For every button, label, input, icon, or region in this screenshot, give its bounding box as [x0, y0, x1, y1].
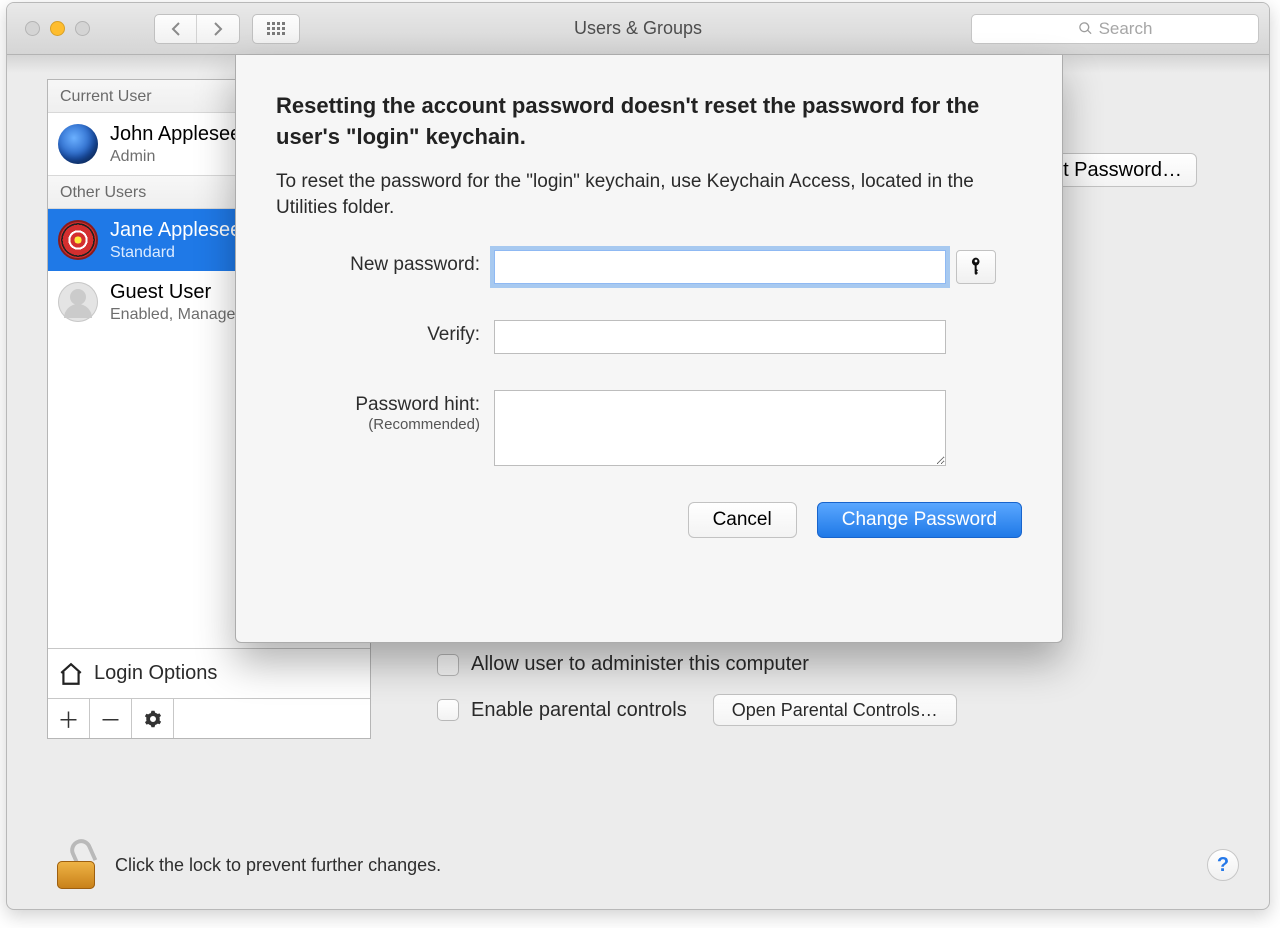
allow-admin-label: Allow user to administer this computer: [471, 653, 809, 676]
new-password-label: New password:: [276, 250, 494, 276]
forward-button[interactable]: [197, 15, 239, 43]
parental-checkbox[interactable]: [437, 699, 459, 721]
sheet-description: To reset the password for the "login" ke…: [276, 169, 1022, 222]
titlebar: Users & Groups Search: [7, 3, 1269, 55]
open-parental-button[interactable]: Open Parental Controls…: [713, 694, 957, 726]
verify-input[interactable]: [494, 320, 946, 354]
login-options-label: Login Options: [94, 662, 217, 685]
password-assistant-button[interactable]: [956, 250, 996, 284]
sidebar-ops: ＋ －: [48, 698, 370, 738]
actions-gear-button[interactable]: [132, 699, 174, 738]
help-button[interactable]: ?: [1207, 849, 1239, 881]
avatar-generic-icon: [58, 282, 98, 322]
sheet-buttons: Cancel Change Password: [276, 502, 1022, 538]
user-name: Guest User: [110, 281, 244, 304]
parental-row: Enable parental controls Open Parental C…: [437, 694, 1209, 726]
preferences-window: Users & Groups Search Reset Password… Cu…: [6, 2, 1270, 910]
hint-input[interactable]: [494, 390, 946, 466]
close-window-button[interactable]: [25, 21, 40, 36]
lock-hint-text: Click the lock to prevent further change…: [115, 855, 441, 876]
gear-icon: [144, 710, 162, 728]
avatar-target-icon: [58, 220, 98, 260]
minimize-window-button[interactable]: [50, 21, 65, 36]
user-role: Admin: [110, 148, 252, 166]
allow-admin-row[interactable]: Allow user to administer this computer: [437, 653, 1209, 676]
right-column: Allow user to administer this computer E…: [437, 653, 1209, 744]
verify-label: Verify:: [276, 320, 494, 346]
hint-label: Password hint: (Recommended): [276, 390, 494, 433]
key-icon: [968, 256, 984, 278]
search-field[interactable]: Search: [971, 14, 1259, 44]
new-password-input[interactable]: [494, 250, 946, 284]
window-controls: [25, 21, 90, 36]
cancel-label: Cancel: [713, 509, 772, 531]
sheet-heading: Resetting the account password doesn't r…: [276, 91, 1022, 153]
user-role: Enabled, Managed: [110, 306, 244, 324]
user-name: Jane Appleseed: [110, 219, 252, 242]
user-name: John Appleseed: [110, 123, 252, 146]
lock-button[interactable]: [57, 841, 95, 889]
change-password-label: Change Password: [842, 509, 997, 531]
avatar-earth-icon: [58, 124, 98, 164]
search-icon: [1078, 21, 1093, 36]
footer: Click the lock to prevent further change…: [57, 841, 1239, 889]
grid-icon: [267, 22, 285, 36]
cancel-button[interactable]: Cancel: [688, 502, 797, 538]
login-options-row[interactable]: Login Options: [48, 648, 370, 698]
remove-user-button[interactable]: －: [90, 699, 132, 738]
reset-password-sheet: Resetting the account password doesn't r…: [235, 55, 1063, 643]
house-icon: [58, 661, 84, 687]
hint-label-sub: (Recommended): [276, 416, 480, 433]
open-parental-label: Open Parental Controls…: [732, 700, 938, 721]
parental-label: Enable parental controls: [471, 699, 687, 722]
allow-admin-checkbox[interactable]: [437, 654, 459, 676]
change-password-button[interactable]: Change Password: [817, 502, 1022, 538]
nav-buttons: [154, 14, 240, 44]
password-form: New password: Verify: Password hint: (Re…: [276, 250, 1022, 466]
show-all-button[interactable]: [252, 14, 300, 44]
back-button[interactable]: [155, 15, 197, 43]
add-user-button[interactable]: ＋: [48, 699, 90, 738]
search-placeholder: Search: [1099, 19, 1153, 39]
zoom-window-button[interactable]: [75, 21, 90, 36]
user-role: Standard: [110, 244, 252, 262]
lock-body-icon: [57, 861, 95, 889]
hint-label-text: Password hint:: [355, 394, 480, 415]
